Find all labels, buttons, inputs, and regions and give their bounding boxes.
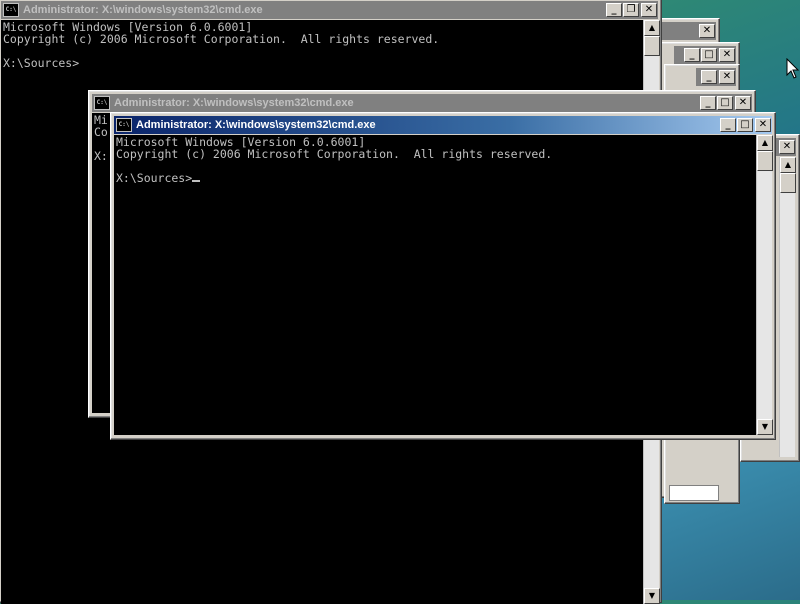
scroll-thumb[interactable] — [644, 36, 660, 56]
background-window-3-panel — [669, 485, 719, 501]
cmd-window-front[interactable]: C:\ Administrator: X:\windows\system32\c… — [110, 112, 776, 440]
console-prompt: X:\Sources> — [3, 56, 80, 70]
background-window-4-scrollbar[interactable]: ▲ — [779, 157, 796, 457]
scroll-thumb[interactable] — [757, 151, 773, 171]
arrow-up-icon[interactable]: ▲ — [780, 157, 796, 173]
minimize-icon[interactable]: _ — [701, 70, 717, 84]
cmd-window-back-titlebar[interactable]: C:\ Administrator: X:\windows\system32\c… — [1, 1, 658, 19]
window-title: Administrator: X:\windows\system32\cmd.e… — [114, 97, 354, 109]
maximize-icon[interactable]: □ — [701, 48, 717, 62]
console-output[interactable]: Microsoft Windows [Version 6.0.6001] Copy… — [114, 135, 756, 435]
minimize-icon[interactable]: _ — [606, 3, 622, 17]
minimize-icon[interactable]: _ — [684, 48, 700, 62]
restore-icon[interactable]: ❐ — [623, 3, 639, 17]
minimize-icon[interactable]: _ — [720, 118, 736, 132]
arrow-down-icon[interactable]: ▼ — [644, 588, 660, 604]
background-window-1-titlebar: ✕ — [656, 22, 716, 40]
window-title: Administrator: X:\windows\system32\cmd.e… — [136, 119, 376, 131]
maximize-icon[interactable]: □ — [717, 96, 733, 110]
mouse-pointer-icon — [786, 58, 800, 79]
maximize-icon[interactable]: □ — [737, 118, 753, 132]
text-cursor — [192, 180, 201, 182]
cmd-icon: C:\ — [116, 118, 132, 132]
cmd-window-middle-titlebar[interactable]: C:\ Administrator: X:\windows\system32\c… — [92, 94, 752, 112]
console-prompt-line[interactable]: X:\Sources> — [116, 172, 754, 184]
arrow-down-icon[interactable]: ▼ — [757, 419, 773, 435]
close-icon[interactable]: ✕ — [779, 140, 795, 154]
close-icon[interactable]: ✕ — [735, 96, 751, 110]
close-icon[interactable]: ✕ — [699, 24, 715, 38]
close-icon[interactable]: ✕ — [755, 118, 771, 132]
window-title: Administrator: X:\windows\system32\cmd.e… — [23, 4, 263, 16]
background-window-2-titlebar: _ □ ✕ — [674, 46, 736, 64]
close-icon[interactable]: ✕ — [641, 3, 657, 17]
background-window-3-titlebar: _ ✕ — [696, 68, 736, 86]
arrow-up-icon[interactable]: ▲ — [757, 135, 773, 151]
vertical-scrollbar[interactable]: ▲ ▼ — [756, 135, 773, 435]
close-icon[interactable]: ✕ — [719, 70, 735, 84]
cmd-window-front-titlebar[interactable]: C:\ Administrator: X:\windows\system32\c… — [114, 116, 772, 134]
console-line: Copyright (c) 2006 Microsoft Corporation… — [116, 147, 553, 161]
cmd-icon: C:\ — [3, 3, 19, 17]
minimize-icon[interactable]: _ — [700, 96, 716, 110]
console-prompt: X:\Sources> — [116, 171, 193, 185]
console-line: Copyright (c) 2006 Microsoft Corporation… — [3, 32, 440, 46]
scroll-thumb[interactable] — [780, 173, 796, 193]
arrow-up-icon[interactable]: ▲ — [644, 20, 660, 36]
close-icon[interactable]: ✕ — [719, 48, 735, 62]
cmd-icon: C:\ — [94, 96, 110, 110]
